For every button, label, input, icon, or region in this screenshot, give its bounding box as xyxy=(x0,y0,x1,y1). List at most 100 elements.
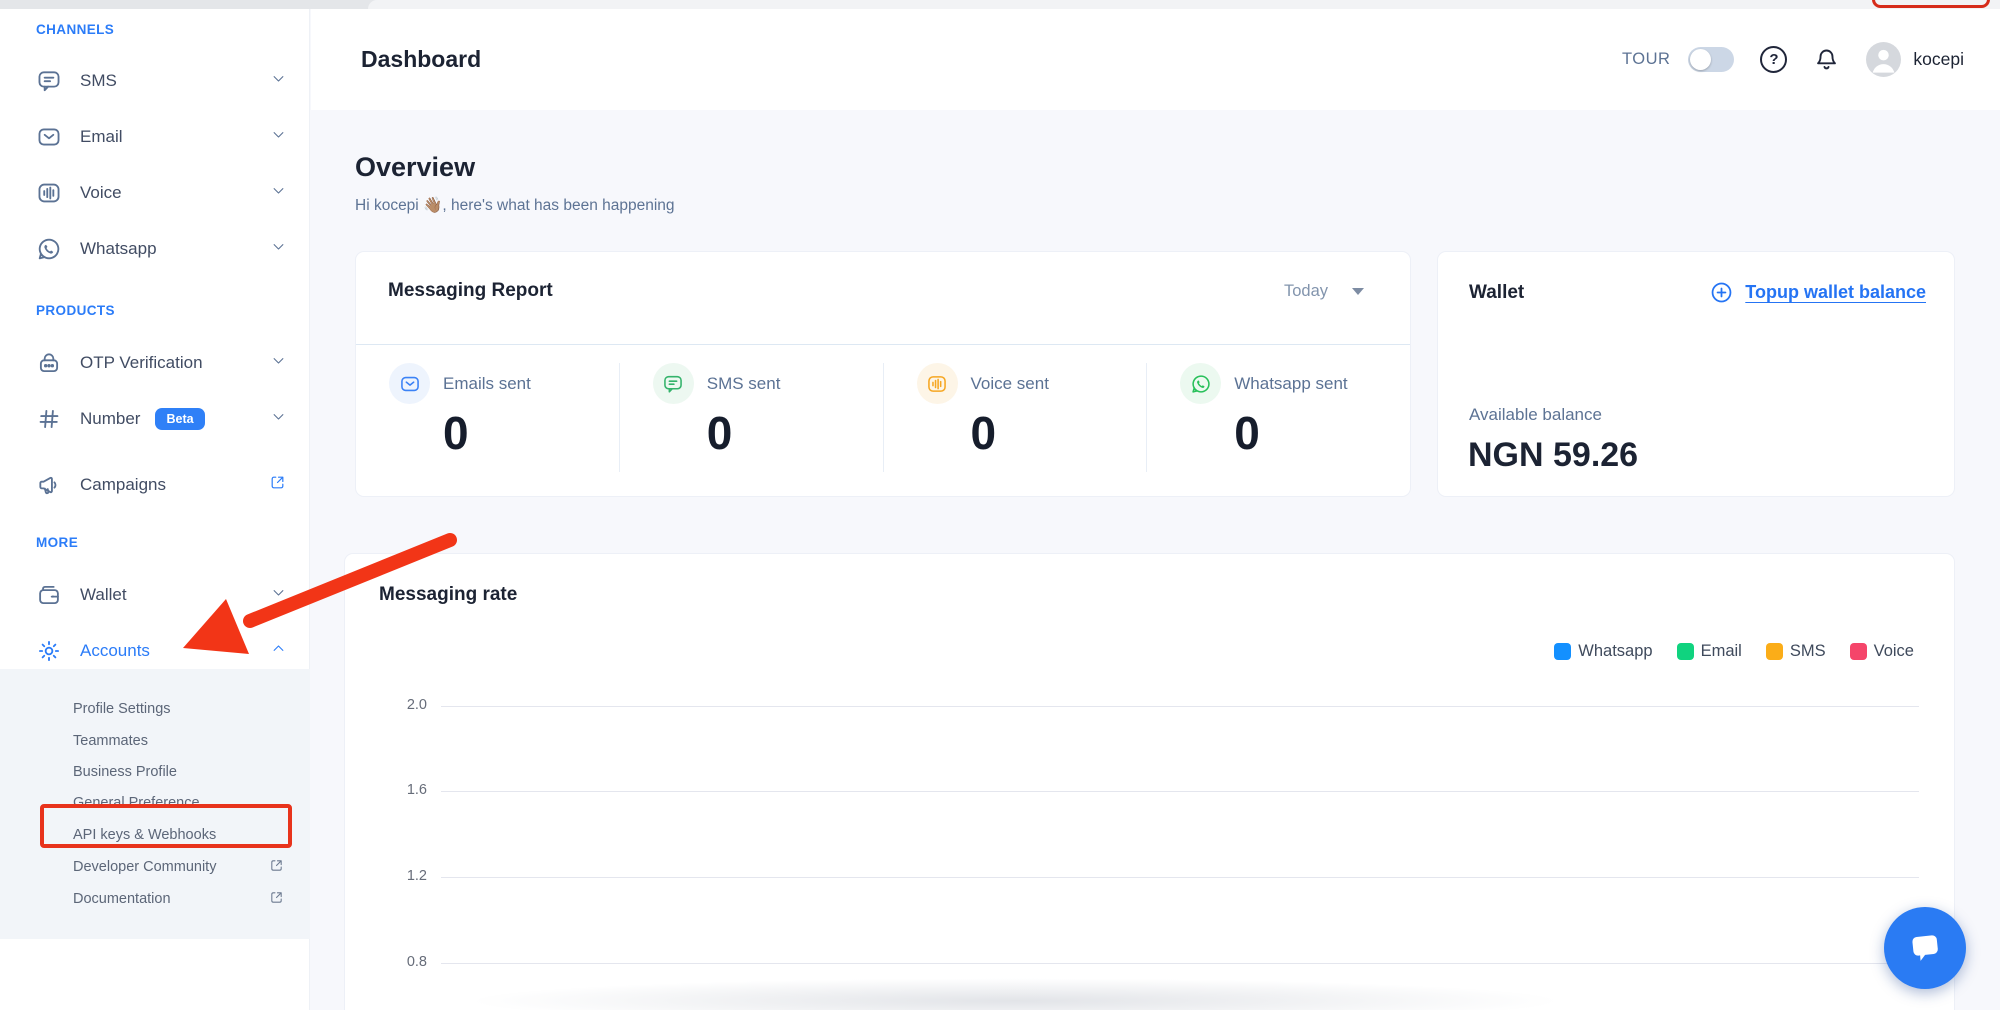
stat-whatsapp-sent: Whatsapp sent 0 xyxy=(1146,363,1410,472)
sidebar-item-label: Number xyxy=(80,409,140,429)
chevron-down-icon xyxy=(271,127,286,147)
sms-chat-icon xyxy=(36,68,63,95)
lock-icon xyxy=(36,350,63,377)
gridline xyxy=(441,963,1919,964)
legend-label: Voice xyxy=(1874,642,1914,661)
wallet-title: Wallet xyxy=(1469,282,1524,304)
legend-label: Email xyxy=(1701,642,1742,661)
wallet-card: Wallet Topup wallet balance Available ba… xyxy=(1437,251,1955,497)
stat-value: 0 xyxy=(971,406,1147,460)
submenu-label: Developer Community xyxy=(73,859,216,875)
submenu-item-profile-settings[interactable]: Profile Settings xyxy=(73,695,298,723)
gridline-row: 0.8 xyxy=(345,954,1954,974)
sidebar-item-otp-verification[interactable]: OTP Verification xyxy=(36,343,286,383)
tour-toggle[interactable] xyxy=(1688,47,1734,72)
chart-legend: Whatsapp Email SMS Voice xyxy=(1554,642,1914,661)
red-annotation-oval xyxy=(1872,0,1990,8)
plus-circle-icon xyxy=(1709,280,1734,305)
legend-email: Email xyxy=(1677,642,1742,661)
sidebar-section-more: MORE xyxy=(36,535,78,550)
username: kocepi xyxy=(1913,49,1964,70)
envelope-icon xyxy=(36,124,63,151)
sidebar-item-voice[interactable]: Voice xyxy=(36,173,286,213)
sms-chat-icon xyxy=(653,363,694,404)
overview-title: Overview xyxy=(355,152,475,183)
stat-label: Emails sent xyxy=(443,374,531,394)
chat-widget-button[interactable] xyxy=(1884,907,1966,989)
y-tick-label: 0.8 xyxy=(383,954,427,970)
bottom-shadow xyxy=(465,978,1565,1010)
gridline xyxy=(441,791,1919,792)
red-annotation-rectangle xyxy=(40,804,292,848)
topup-link-text: Topup wallet balance xyxy=(1745,282,1926,303)
stat-value: 0 xyxy=(1234,406,1410,460)
submenu-item-documentation[interactable]: Documentation xyxy=(73,885,298,913)
hash-icon xyxy=(36,406,63,433)
megaphone-icon xyxy=(36,472,63,499)
sidebar-item-email[interactable]: Email xyxy=(36,117,286,157)
beta-badge: Beta xyxy=(155,408,204,430)
notifications-bell-icon[interactable] xyxy=(1813,46,1840,73)
gridline-row: 1.2 xyxy=(345,868,1954,888)
submenu-item-business-profile[interactable]: Business Profile xyxy=(73,758,298,786)
chat-bubble-icon xyxy=(1905,928,1945,968)
voice-waveform-icon xyxy=(36,180,63,207)
page-title: Dashboard xyxy=(361,46,481,73)
stat-value: 0 xyxy=(443,406,619,460)
messaging-rate-card: Messaging rate Whatsapp Email SMS Voice … xyxy=(344,553,1955,1010)
stat-label: Whatsapp sent xyxy=(1234,374,1347,394)
stat-label: Voice sent xyxy=(971,374,1049,394)
available-balance-value: NGN 59.26 xyxy=(1468,436,1638,475)
sidebar-section-channels: CHANNELS xyxy=(36,22,114,37)
top-header: Dashboard TOUR ? kocepi xyxy=(311,9,2000,110)
sidebar-item-label: Wallet xyxy=(80,585,127,605)
sidebar-item-label: Voice xyxy=(80,183,122,203)
stat-voice-sent: Voice sent 0 xyxy=(883,363,1147,472)
stat-value: 0 xyxy=(707,406,883,460)
sidebar-item-whatsapp[interactable]: Whatsapp xyxy=(36,229,286,269)
sidebar-item-label: Accounts xyxy=(80,641,150,661)
user-menu[interactable]: kocepi xyxy=(1866,42,1964,77)
sidebar-item-number[interactable]: Number Beta xyxy=(36,399,286,439)
legend-label: SMS xyxy=(1790,642,1826,661)
messaging-report-title: Messaging Report xyxy=(388,280,553,302)
voice-waveform-icon xyxy=(917,363,958,404)
submenu-item-teammates[interactable]: Teammates xyxy=(73,727,298,755)
sidebar-item-label: Campaigns xyxy=(80,475,166,495)
period-dropdown[interactable]: Today xyxy=(1284,282,1364,301)
submenu-label: Documentation xyxy=(73,891,171,907)
messaging-report-card: Messaging Report Today Emails sent 0 xyxy=(355,251,1411,497)
chevron-down-icon xyxy=(271,353,286,373)
sidebar-item-campaigns[interactable]: Campaigns xyxy=(36,465,286,505)
legend-sms: SMS xyxy=(1766,642,1826,661)
avatar xyxy=(1866,42,1901,77)
sidebar-item-label: OTP Verification xyxy=(80,353,203,373)
stat-emails-sent: Emails sent 0 xyxy=(356,363,619,472)
browser-top-strip xyxy=(0,0,2000,9)
caret-down-icon xyxy=(1352,288,1364,295)
legend-swatch-whatsapp xyxy=(1554,643,1571,660)
available-balance-label: Available balance xyxy=(1469,405,1602,425)
chevron-down-icon xyxy=(271,409,286,429)
y-tick-label: 2.0 xyxy=(383,697,427,713)
gridline xyxy=(441,706,1919,707)
gridline xyxy=(441,877,1919,878)
help-icon[interactable]: ? xyxy=(1760,46,1787,73)
period-value: Today xyxy=(1284,282,1328,301)
legend-label: Whatsapp xyxy=(1578,642,1652,661)
gridline-row: 1.6 xyxy=(345,782,1954,802)
stat-label: SMS sent xyxy=(707,374,781,394)
chevron-down-icon xyxy=(271,183,286,203)
red-annotation-arrow xyxy=(150,515,470,665)
gear-icon xyxy=(36,638,63,665)
chevron-down-icon xyxy=(271,71,286,91)
legend-swatch-voice xyxy=(1850,643,1867,660)
sidebar: CHANNELS SMS Email Voice Whatsapp PRODUC… xyxy=(0,9,310,1010)
topup-wallet-link[interactable]: Topup wallet balance xyxy=(1709,280,1926,305)
legend-voice: Voice xyxy=(1850,642,1914,661)
sidebar-item-sms[interactable]: SMS xyxy=(36,61,286,101)
external-link-icon xyxy=(269,474,286,496)
toggle-knob xyxy=(1690,49,1711,70)
submenu-item-developer-community[interactable]: Developer Community xyxy=(73,853,298,881)
external-link-icon xyxy=(269,858,284,877)
